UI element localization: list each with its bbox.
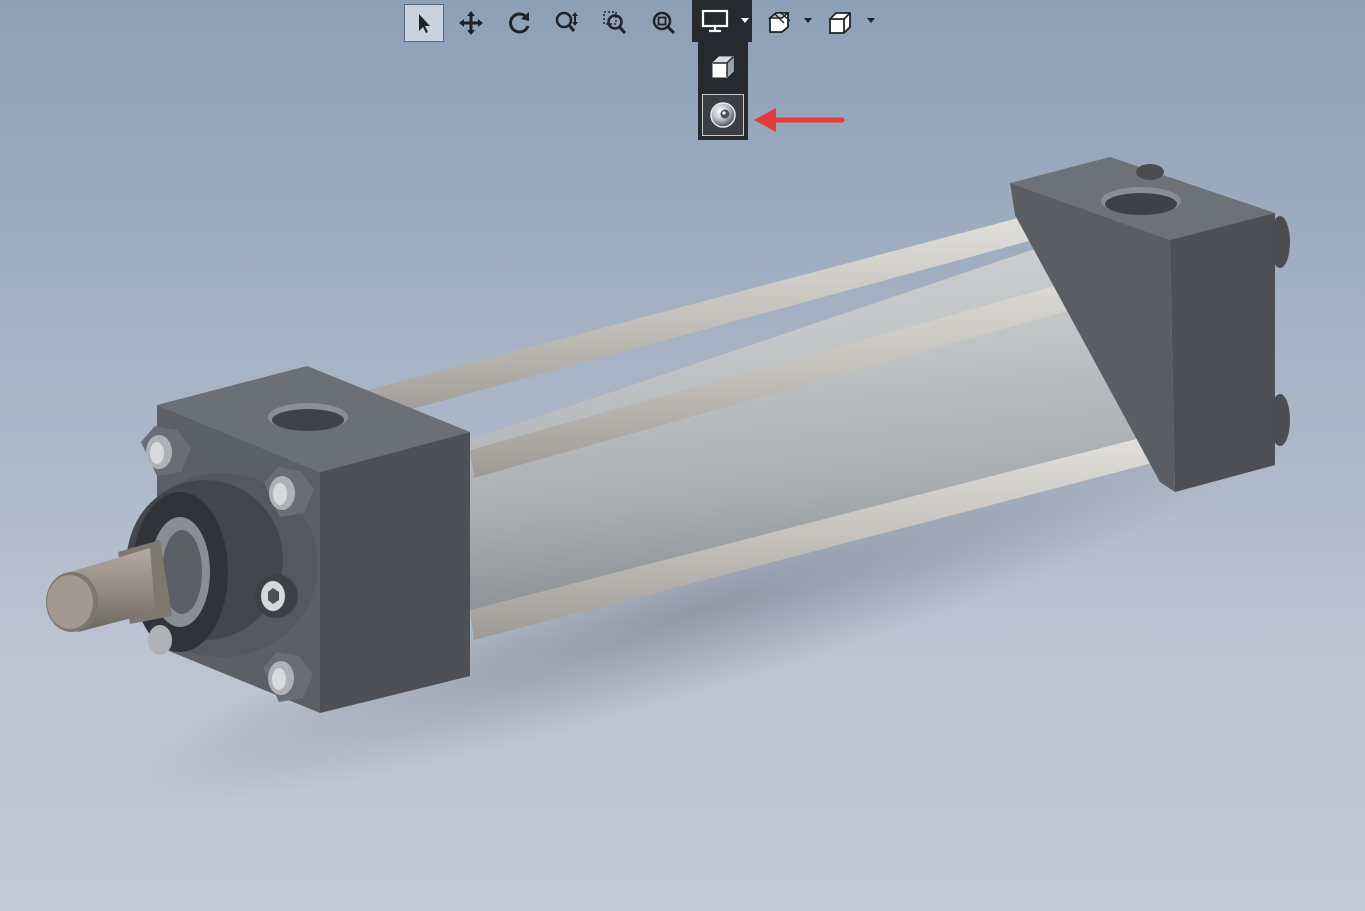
pan-icon [459, 11, 483, 35]
zoom-to-area-button[interactable] [595, 4, 635, 42]
pan-button[interactable] [451, 4, 491, 42]
rotate-icon [509, 12, 530, 34]
chevron-down-icon [867, 18, 875, 23]
realview-sphere-icon [710, 102, 736, 128]
chevron-down-icon [804, 18, 812, 23]
shaded-with-edges-option[interactable] [702, 46, 744, 88]
zoom-to-fit-icon [652, 11, 676, 35]
section-view-dropdown[interactable] [803, 14, 813, 28]
view-orientation-dropdown[interactable] [866, 14, 876, 28]
display-style-icon [701, 9, 729, 33]
shaded-cube-icon [712, 56, 734, 78]
zoom-in-out-icon [555, 11, 578, 32]
select-button[interactable] [404, 4, 444, 42]
graphics-viewport[interactable] [0, 0, 1365, 911]
select-icon [419, 14, 430, 33]
piston-rod [46, 540, 172, 632]
zoom-in-out-button[interactable] [547, 4, 587, 42]
chevron-down-icon [741, 18, 749, 23]
view-orientation-icon [829, 12, 851, 34]
realview-graphics-option[interactable] [702, 94, 744, 136]
zoom-to-area-icon [603, 11, 627, 35]
display-style-button[interactable] [692, 0, 738, 42]
view-toolbar [0, 0, 1365, 46]
cylinder-model[interactable] [0, 0, 1365, 911]
view-orientation-button[interactable] [820, 4, 860, 42]
display-style-flyout [698, 42, 748, 140]
section-view-icon [767, 11, 791, 33]
rotate-button[interactable] [499, 4, 539, 42]
zoom-to-fit-button[interactable] [644, 4, 684, 42]
display-style-dropdown[interactable] [738, 0, 752, 42]
section-view-button[interactable] [760, 4, 800, 42]
annotation-arrow [754, 108, 845, 132]
